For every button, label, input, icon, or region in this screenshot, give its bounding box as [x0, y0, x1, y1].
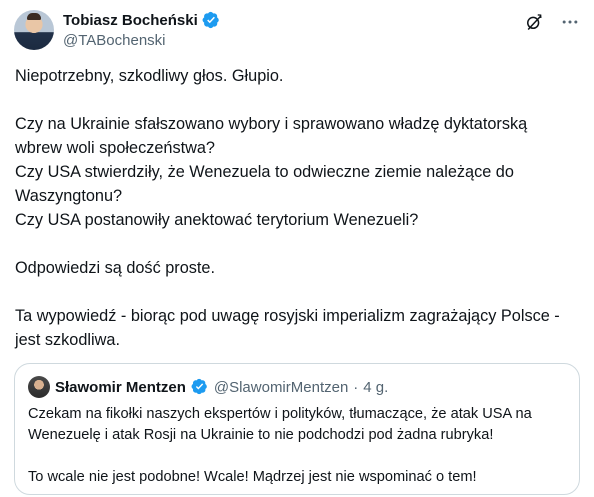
author-avatar[interactable] — [14, 10, 54, 50]
quoted-author-avatar[interactable] — [28, 376, 50, 398]
header-actions — [524, 12, 580, 32]
grok-icon[interactable] — [524, 12, 544, 32]
post-paragraph: Niepotrzebny, szkodliwy głos. Głupio. — [15, 67, 284, 85]
author-name-row: Tobiasz Bocheński — [63, 11, 220, 29]
quoted-post-text: Czekam na fikołki naszych ekspertów i po… — [28, 404, 568, 488]
post-question: Czy na Ukrainie sfałszowano wybory i spr… — [15, 115, 528, 157]
quoted-paragraph: To wcale nie jest podobne! Wcale! Mądrze… — [28, 469, 477, 485]
verified-badge-icon — [202, 11, 220, 29]
post-paragraph: Odpowiedzi są dość proste. — [15, 259, 216, 277]
post-question: Czy USA postanowiły anektować terytorium… — [15, 211, 419, 229]
quoted-paragraph: Czekam na fikołki naszych ekspertów i po… — [28, 406, 532, 443]
quoted-author-handle[interactable]: @SlawomirMentzen — [214, 379, 348, 396]
quoted-post-header: Sławomir Mentzen @SlawomirMentzen · 4 g. — [28, 376, 388, 398]
post-paragraph-questions: Czy na Ukrainie sfałszowano wybory i spr… — [15, 112, 575, 232]
post-question: Czy USA stwierdziły, że Wenezuela to odw… — [15, 163, 514, 205]
verified-badge-icon — [191, 378, 209, 396]
post-header: Tobiasz Bocheński @TABochenski — [14, 8, 580, 54]
author-handle[interactable]: @TABochenski — [63, 32, 166, 49]
quoted-author-display-name[interactable]: Sławomir Mentzen — [55, 379, 186, 396]
separator-dot: · — [353, 378, 359, 396]
quoted-post[interactable]: Sławomir Mentzen @SlawomirMentzen · 4 g.… — [14, 363, 580, 495]
more-icon[interactable] — [560, 12, 580, 32]
post-paragraph: Ta wypowiedź - biorąc pod uwagę rosyjski… — [15, 307, 560, 349]
quoted-post-time[interactable]: 4 g. — [363, 379, 388, 396]
author-display-name[interactable]: Tobiasz Bocheński — [63, 12, 198, 29]
post-text: Niepotrzebny, szkodliwy głos. Głupio. Cz… — [15, 64, 575, 352]
